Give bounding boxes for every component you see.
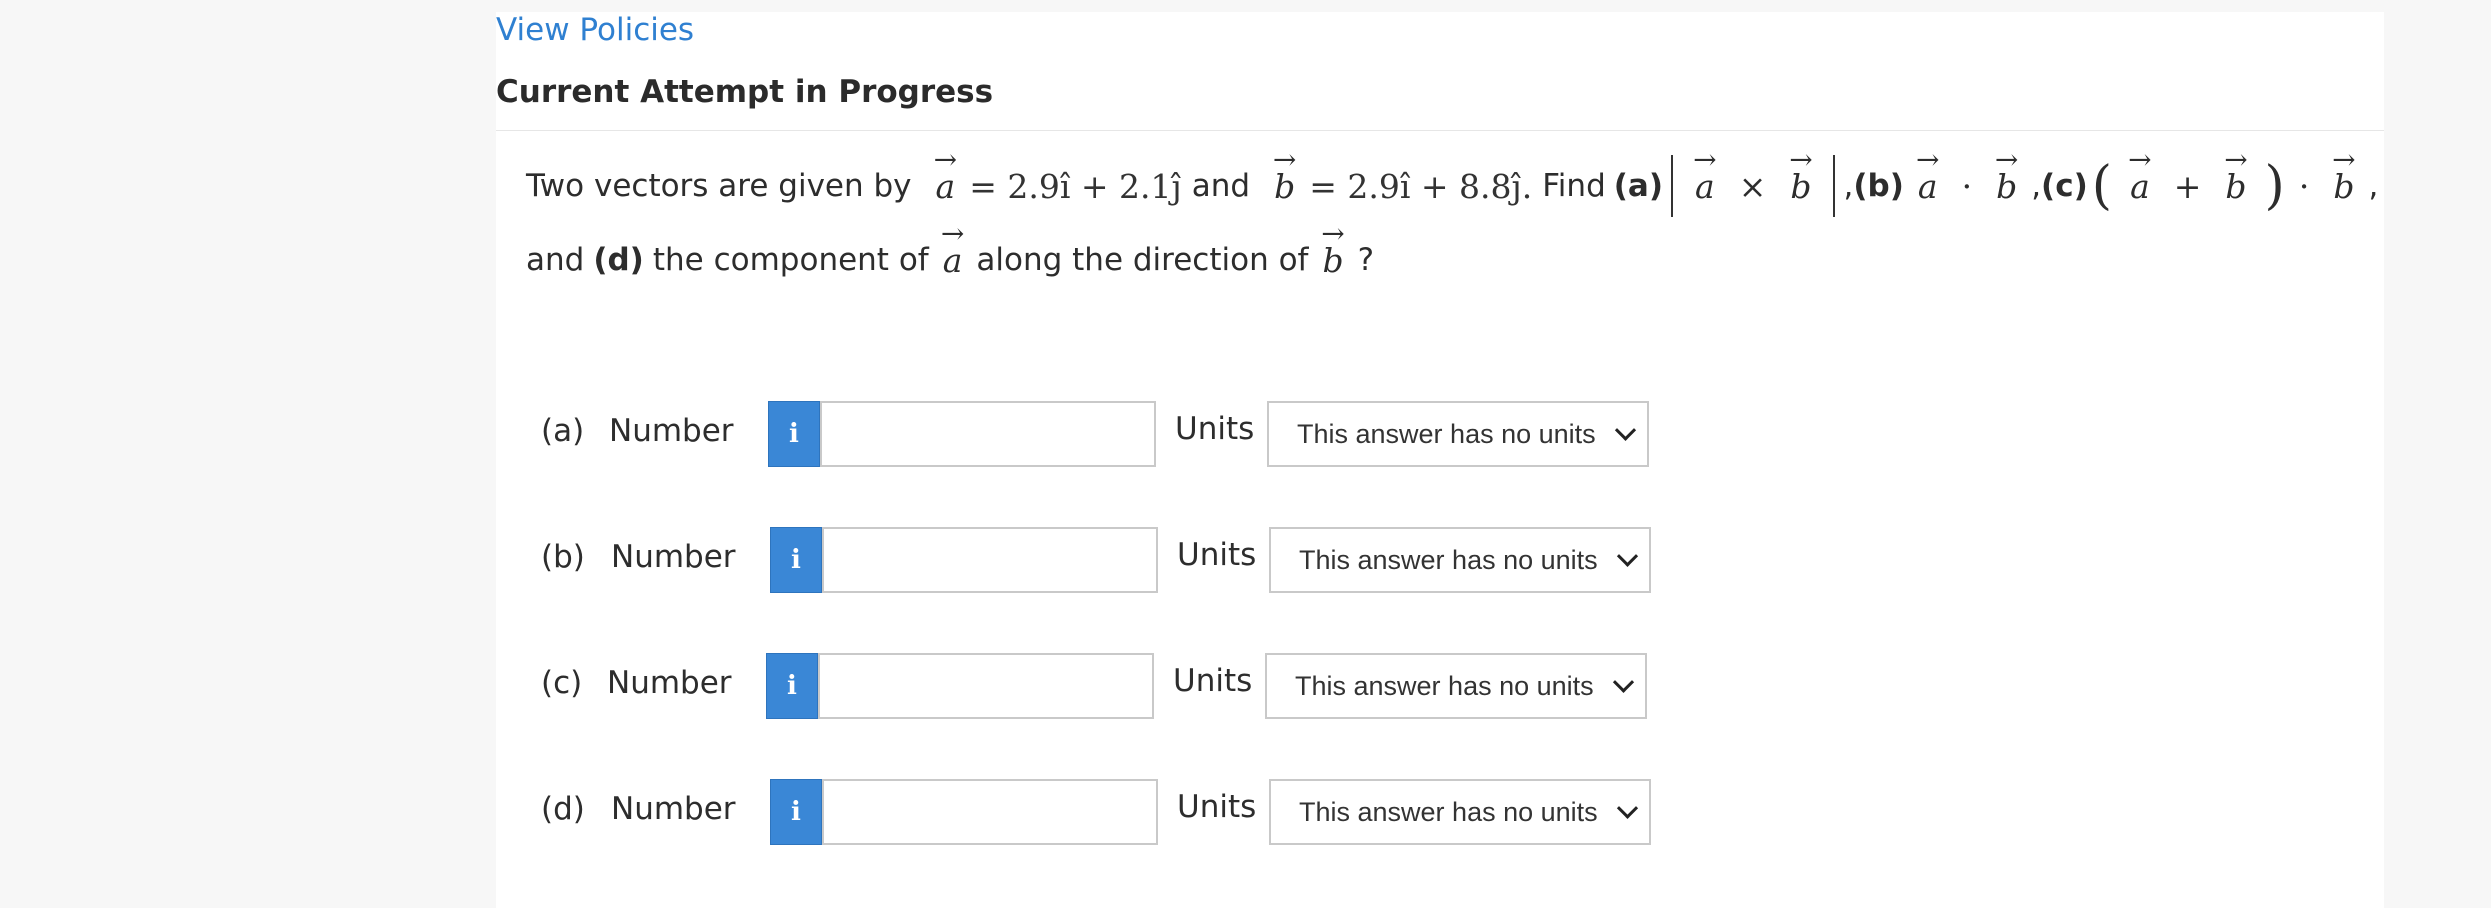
and-word: and xyxy=(526,242,585,278)
info-icon[interactable]: i xyxy=(770,527,822,593)
magnitude-bar-left xyxy=(1671,155,1674,217)
find-word: Find xyxy=(1542,168,1606,204)
comma: , xyxy=(2031,168,2042,204)
number-label: Number xyxy=(611,539,736,575)
part-d-tag: (d) xyxy=(593,242,644,278)
units-select[interactable]: This answer has no units xyxy=(1269,779,1651,845)
direction-text: along the direction of xyxy=(976,242,1309,278)
part-label: (a) xyxy=(541,413,585,449)
answer-row-a: (a) Number i Units This answer has no un… xyxy=(541,401,1651,467)
chevron-down-icon xyxy=(1612,671,1635,693)
number-label: Number xyxy=(611,791,736,827)
answer-row-b: (b) Number i Units This answer has no un… xyxy=(541,527,1651,593)
vector-a: a xyxy=(1904,170,1952,203)
vector-b: b xyxy=(1776,170,1825,203)
vector-b: b xyxy=(1260,170,1309,203)
comma: , xyxy=(1843,168,1854,204)
answer-row-c: (c) Number i Units This answer has no un… xyxy=(541,653,1651,719)
vector-a: a xyxy=(922,170,970,203)
close-paren: ) xyxy=(2264,156,2285,216)
part-label: (b) xyxy=(541,539,585,575)
number-label: Number xyxy=(607,665,732,701)
info-icon[interactable]: i xyxy=(766,653,818,719)
question-intro: Two vectors are given by xyxy=(526,168,912,204)
vector-b: b xyxy=(2319,170,2368,203)
comma: , xyxy=(2368,168,2379,204)
part-b-tag: (b) xyxy=(1853,168,1904,204)
vector-b: b xyxy=(1308,244,1357,277)
part-label: (c) xyxy=(541,665,583,701)
number-input[interactable] xyxy=(818,653,1154,719)
open-paren: ( xyxy=(2091,156,2113,216)
vector-a: a xyxy=(929,244,977,277)
attempt-title: Current Attempt in Progress xyxy=(496,74,994,110)
info-icon[interactable]: i xyxy=(768,401,820,467)
divider xyxy=(496,130,2384,131)
view-policies-link[interactable]: View Policies xyxy=(496,12,694,48)
vector-b-value: = 2.9î + 8.8ĵ. xyxy=(1309,166,1533,206)
units-select[interactable]: This answer has no units xyxy=(1267,401,1649,467)
info-icon[interactable]: i xyxy=(770,779,822,845)
part-a-tag: (a) xyxy=(1613,168,1664,204)
units-selected-value: This answer has no units xyxy=(1295,670,1594,701)
units-selected-value: This answer has no units xyxy=(1299,544,1598,575)
number-label: Number xyxy=(609,413,734,449)
magnitude-bar-right xyxy=(1833,155,1836,217)
part-c-tag: (c) xyxy=(2041,168,2088,204)
dot-operator: · xyxy=(1961,166,1973,206)
chevron-down-icon xyxy=(1616,545,1639,567)
number-input[interactable] xyxy=(822,527,1158,593)
vector-a: a xyxy=(2116,170,2164,203)
units-select[interactable]: This answer has no units xyxy=(1269,527,1651,593)
units-label: Units xyxy=(1175,411,1255,447)
units-selected-value: This answer has no units xyxy=(1297,418,1596,449)
dot-operator: · xyxy=(2298,166,2310,206)
and-word: and xyxy=(1191,168,1251,204)
vector-a-value: = 2.9î + 2.1ĵ xyxy=(969,166,1182,206)
chevron-down-icon xyxy=(1616,797,1639,819)
component-text: the component of xyxy=(652,242,929,278)
question-text-line-2: and (d) the component of a along the dir… xyxy=(526,230,1374,290)
plus-operator: + xyxy=(2173,166,2202,206)
units-selected-value: This answer has no units xyxy=(1299,796,1598,827)
vector-b: b xyxy=(1982,170,2031,203)
question-text-line-1: Two vectors are given by a = 2.9î + 2.1ĵ… xyxy=(526,150,2378,222)
vector-a: a xyxy=(1681,170,1729,203)
cross-operator: × xyxy=(1738,166,1767,206)
chevron-down-icon xyxy=(1614,419,1637,441)
number-input[interactable] xyxy=(820,401,1156,467)
units-select[interactable]: This answer has no units xyxy=(1265,653,1647,719)
part-label: (d) xyxy=(541,791,585,827)
question-mark: ? xyxy=(1357,242,1375,278)
units-label: Units xyxy=(1173,663,1253,699)
units-label: Units xyxy=(1177,537,1257,573)
vector-b: b xyxy=(2211,170,2260,203)
answer-row-d: (d) Number i Units This answer has no un… xyxy=(541,779,1651,845)
units-label: Units xyxy=(1177,789,1257,825)
number-input[interactable] xyxy=(822,779,1158,845)
